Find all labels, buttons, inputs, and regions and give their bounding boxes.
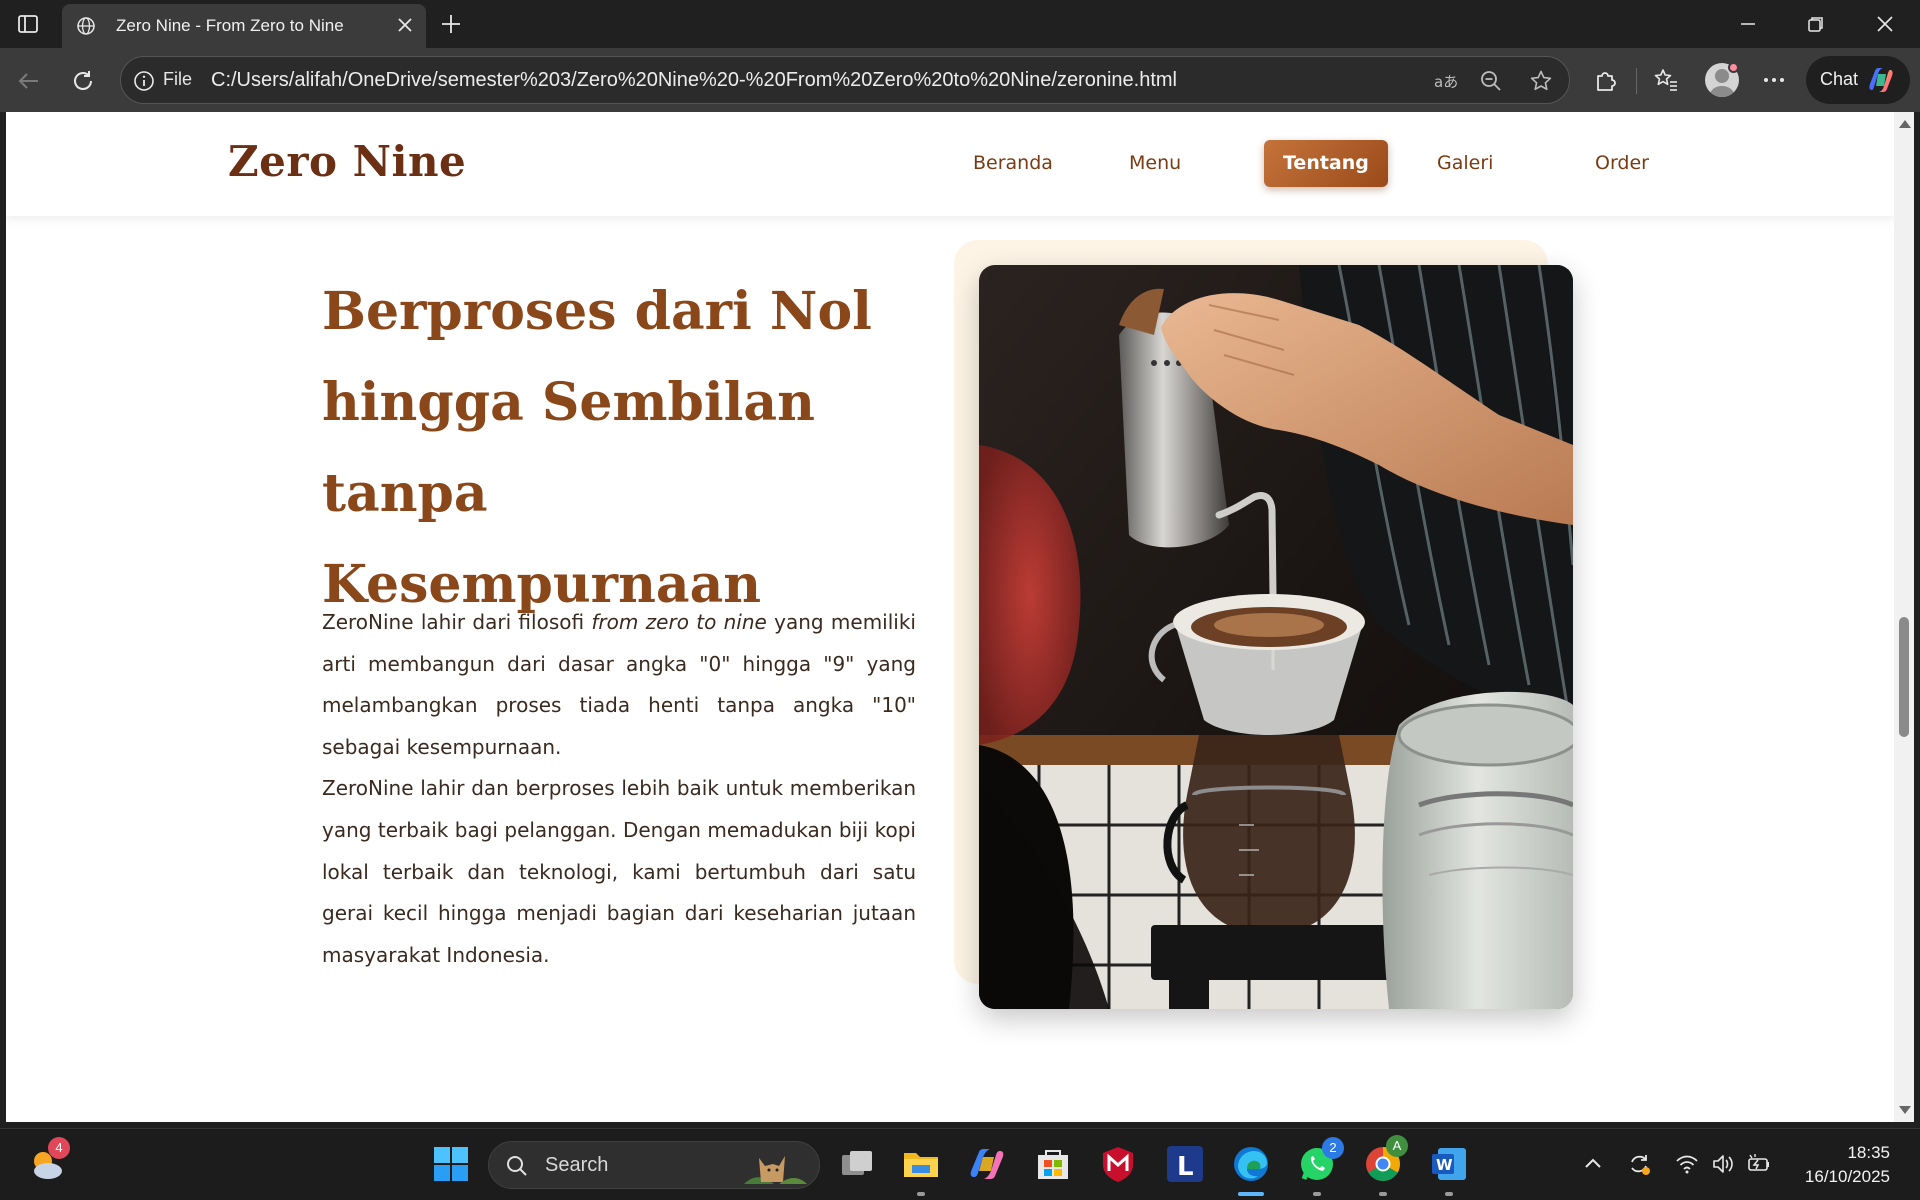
- about-paragraph-1-start: ZeroNine lahir dari filosofi: [322, 610, 592, 634]
- search-highlight-lynx-icon: [744, 1156, 807, 1184]
- extensions-icon[interactable]: [1592, 66, 1620, 94]
- whatsapp-app[interactable]: 2: [1296, 1137, 1344, 1185]
- folder-icon: [904, 1153, 938, 1177]
- back-arrow-icon[interactable]: [16, 68, 42, 94]
- copilot-app[interactable]: [966, 1143, 1008, 1185]
- mcafee-app[interactable]: [1097, 1143, 1139, 1185]
- volume-icon[interactable]: [1710, 1151, 1736, 1177]
- whatsapp-badge: 2: [1322, 1137, 1344, 1159]
- sidebar-toggle-icon[interactable]: [16, 12, 40, 36]
- windows-taskbar: 4 Search L 2 A W 18:35 16/10/2025: [0, 1128, 1920, 1200]
- sync-icon[interactable]: [1626, 1151, 1652, 1177]
- store-icon: [1038, 1150, 1068, 1179]
- chrome-app[interactable]: A: [1362, 1135, 1408, 1185]
- edge-app[interactable]: [1230, 1143, 1272, 1185]
- edge-icon: [1234, 1147, 1268, 1181]
- clock-time: 18:35: [1847, 1143, 1890, 1162]
- browser-tab[interactable]: Zero Nine - From Zero to Nine: [62, 4, 426, 48]
- browser-titlebar: Zero Nine - From Zero to Nine: [0, 0, 1920, 48]
- read-aloud-icon[interactable]: aあ: [1433, 69, 1457, 93]
- info-icon[interactable]: [133, 70, 155, 92]
- refresh-icon[interactable]: [70, 68, 96, 94]
- nav-link-galeri[interactable]: Galeri: [1418, 140, 1512, 187]
- site-logo[interactable]: Zero Nine: [228, 137, 466, 186]
- close-window-icon[interactable]: [1875, 14, 1895, 34]
- scroll-up-icon[interactable]: [1899, 120, 1911, 128]
- explorer-running-indicator: [917, 1192, 925, 1196]
- microsoft-store-app[interactable]: [1032, 1143, 1074, 1185]
- word-running-indicator: [1445, 1192, 1453, 1196]
- chrome-profile-badge: A: [1386, 1135, 1408, 1157]
- more-options-icon[interactable]: [1760, 66, 1788, 94]
- edge-active-indicator: [1238, 1192, 1264, 1196]
- task-view-icon: [842, 1151, 872, 1175]
- word-icon: W: [1432, 1148, 1466, 1180]
- globe-icon: [77, 17, 95, 35]
- page-scrollbar[interactable]: [1894, 112, 1914, 1122]
- svg-text:W: W: [1436, 1156, 1453, 1174]
- minimize-icon[interactable]: [1738, 14, 1758, 34]
- about-heading: Berproses dari Nol hingga Sembilan tanpa…: [322, 281, 872, 615]
- pour-over-illustration: [979, 265, 1573, 1009]
- windows-logo-icon: [434, 1147, 468, 1181]
- start-button[interactable]: [430, 1143, 472, 1185]
- nav-link-beranda[interactable]: Beranda: [954, 140, 1072, 187]
- about-paragraph-1-emphasis: from zero to nine: [591, 610, 767, 634]
- favorite-star-icon[interactable]: [1529, 69, 1553, 93]
- toolbar-divider: [1636, 68, 1637, 94]
- nav-link-order[interactable]: Order: [1576, 140, 1668, 187]
- url-text[interactable]: C:/Users/alifah/OneDrive/semester%203/Ze…: [211, 69, 1177, 92]
- new-tab-icon[interactable]: [440, 13, 462, 35]
- about-paragraph-1: ZeroNine lahir dari filosofi from zero t…: [322, 602, 916, 768]
- copilot-icon: [1869, 68, 1893, 92]
- search-placeholder: Search: [545, 1154, 609, 1176]
- favorites-icon[interactable]: [1652, 66, 1680, 94]
- battery-icon[interactable]: [1746, 1151, 1772, 1177]
- about-paragraph-2: ZeroNine lahir dan berproses lebih baik …: [322, 776, 916, 967]
- browser-toolbar: File C:/Users/alifah/OneDrive/semester%2…: [0, 48, 1920, 112]
- task-view-button[interactable]: [836, 1143, 878, 1185]
- coffee-brewing-photo: [979, 265, 1573, 1009]
- restore-icon[interactable]: [1806, 14, 1826, 34]
- chat-label: Chat: [1820, 69, 1859, 89]
- word-app[interactable]: W: [1428, 1143, 1470, 1185]
- whatsapp-running-indicator: [1313, 1192, 1321, 1196]
- about-section: Berproses dari Nol hingga Sembilan tanpa…: [6, 216, 1894, 1122]
- nav-link-tentang[interactable]: Tentang: [1264, 140, 1388, 187]
- mcafee-shield-icon: [1103, 1147, 1133, 1182]
- weather-badge: 4: [48, 1137, 70, 1159]
- scroll-down-icon[interactable]: [1899, 1106, 1911, 1114]
- weather-widget[interactable]: 4: [26, 1137, 70, 1185]
- l-app[interactable]: L: [1164, 1143, 1206, 1185]
- tab-title: Zero Nine - From Zero to Nine: [116, 16, 344, 35]
- chrome-running-indicator: [1379, 1192, 1387, 1196]
- l-letter-icon: L: [1167, 1146, 1203, 1182]
- nav-link-menu[interactable]: Menu: [1110, 140, 1200, 187]
- file-scheme-label: File: [163, 69, 193, 89]
- zoom-out-icon[interactable]: [1479, 69, 1503, 93]
- file-explorer-app[interactable]: [900, 1143, 942, 1185]
- taskbar-search[interactable]: Search: [488, 1141, 820, 1189]
- page-viewport: Zero Nine Beranda Menu Tentang Galeri Or…: [6, 112, 1894, 1122]
- chevron-up-icon[interactable]: [1580, 1151, 1606, 1177]
- scroll-thumb[interactable]: [1899, 617, 1909, 737]
- clock-date: 16/10/2025: [1804, 1167, 1890, 1186]
- copilot-app-icon: [970, 1149, 1004, 1179]
- copilot-chat-button[interactable]: Chat: [1806, 56, 1910, 104]
- search-icon: [507, 1156, 527, 1176]
- wifi-icon[interactable]: [1674, 1151, 1700, 1177]
- address-bar[interactable]: File C:/Users/alifah/OneDrive/semester%2…: [120, 56, 1570, 104]
- svg-text:L: L: [1177, 1152, 1194, 1182]
- site-navbar: Zero Nine Beranda Menu Tentang Galeri Or…: [6, 112, 1894, 216]
- close-tab-icon[interactable]: [396, 16, 414, 34]
- profile-notification-dot: [1728, 62, 1739, 73]
- system-clock[interactable]: 18:35 16/10/2025: [1805, 1141, 1890, 1189]
- svg-text:aあ: aあ: [1434, 73, 1457, 91]
- about-description: ZeroNine lahir dari filosofi from zero t…: [322, 602, 916, 976]
